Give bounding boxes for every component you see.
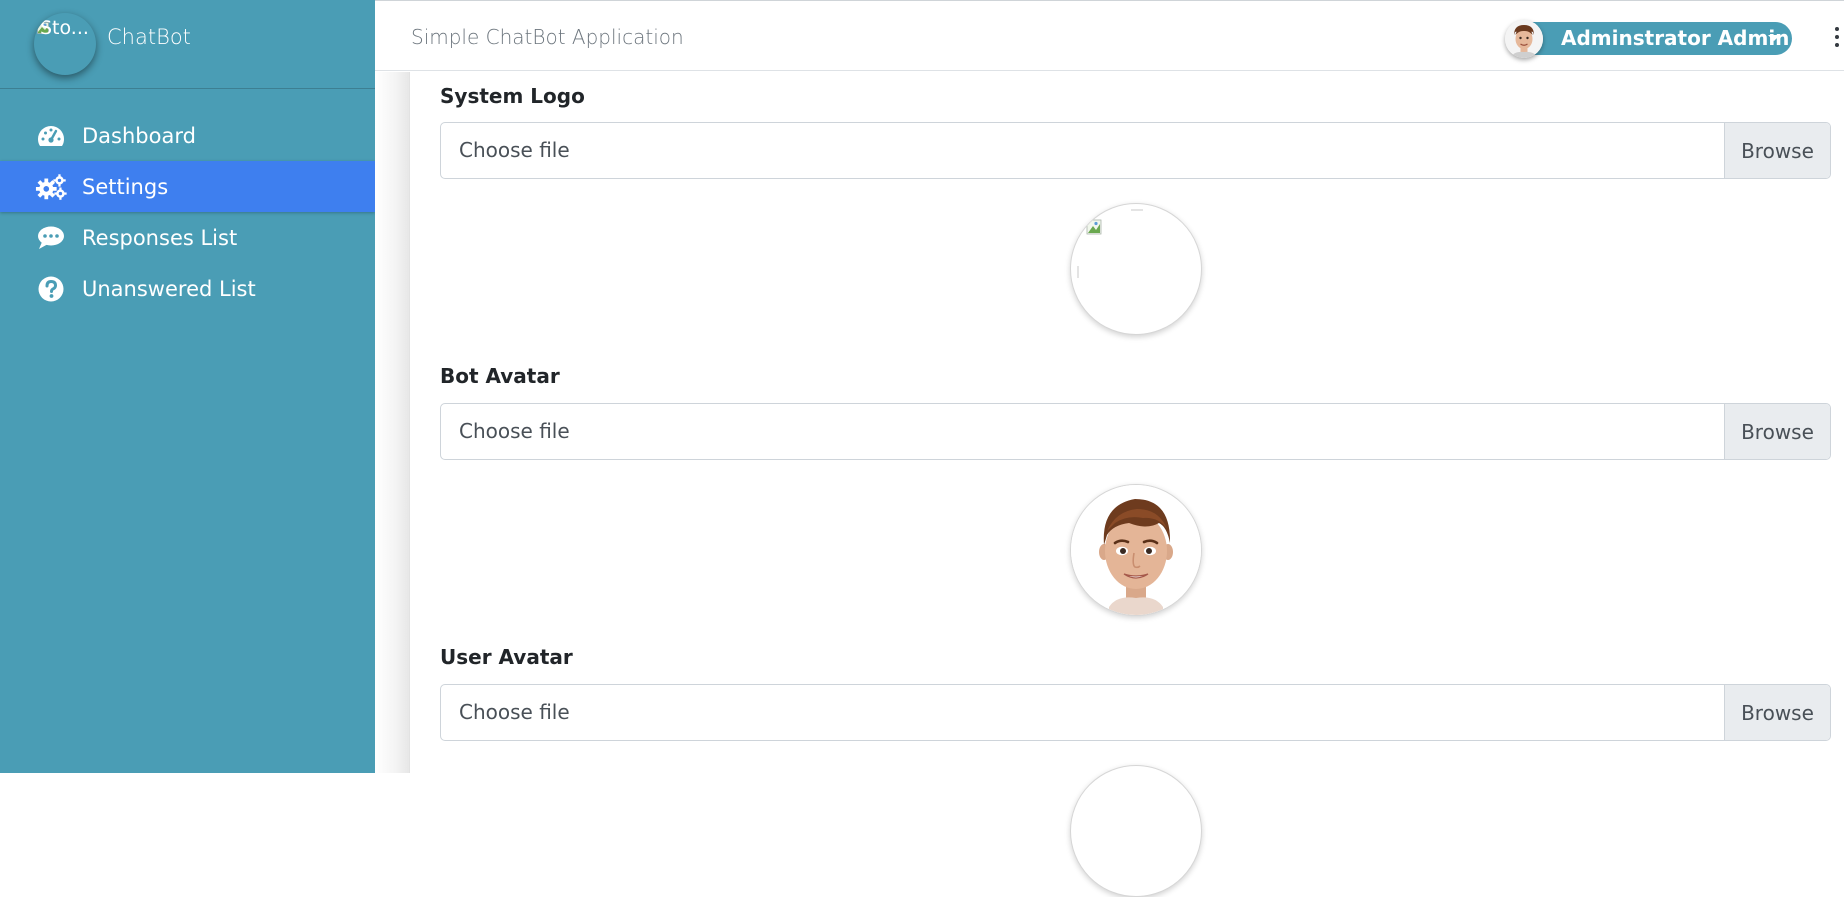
user-avatar — [1505, 20, 1543, 58]
brand-link[interactable]: Sto... ChatBot — [0, 0, 375, 89]
sidebar-nav: Dashboard Settings Responses List Unansw… — [0, 89, 375, 314]
system-logo-preview — [1070, 203, 1202, 335]
content-left-gutter — [375, 72, 410, 773]
more-options-icon[interactable] — [1835, 27, 1841, 49]
user-avatar-preview — [1070, 765, 1202, 897]
page-title: Simple ChatBot Application — [411, 25, 684, 49]
file-input-placeholder: Choose file — [459, 419, 570, 443]
bot-avatar-file-input[interactable]: Choose file Browse — [440, 403, 1831, 460]
user-menu-button[interactable]: Adminstrator Admin — [1505, 20, 1792, 58]
sidebar-item-unanswered-list[interactable]: Unanswered List — [0, 263, 375, 314]
system-logo-file-input[interactable]: Choose file Browse — [440, 122, 1831, 179]
sidebar-item-settings[interactable]: Settings — [0, 161, 375, 212]
sidebar-item-label: Unanswered List — [82, 276, 256, 301]
system-logo-label: System Logo — [440, 84, 585, 108]
bot-avatar-preview — [1070, 484, 1202, 616]
gears-icon — [35, 173, 67, 201]
browse-button[interactable]: Browse — [1724, 404, 1830, 459]
brand-name: ChatBot — [107, 25, 191, 49]
bot-avatar-image — [1071, 485, 1201, 615]
brand-logo: Sto... — [34, 13, 96, 75]
sidebar-item-responses-list[interactable]: Responses List — [0, 212, 375, 263]
question-circle-icon — [35, 275, 67, 303]
comment-icon — [35, 224, 67, 252]
tachometer-icon — [35, 122, 67, 150]
file-input-placeholder: Choose file — [459, 700, 570, 724]
top-navbar: Simple ChatBot Application Adminstrator … — [375, 0, 1844, 71]
bot-avatar-label: Bot Avatar — [440, 364, 560, 388]
sidebar: Sto... ChatBot Dashboard Settings Respon… — [0, 0, 375, 773]
user-name: Adminstrator Admin — [1561, 26, 1790, 50]
user-avatar-file-input[interactable]: Choose file Browse — [440, 684, 1831, 741]
broken-image-icon — [1077, 209, 1143, 278]
browse-button[interactable]: Browse — [1724, 123, 1830, 178]
browse-button[interactable]: Browse — [1724, 685, 1830, 740]
sidebar-item-label: Dashboard — [82, 123, 196, 148]
file-input-placeholder: Choose file — [459, 138, 570, 162]
user-avatar-label: User Avatar — [440, 645, 573, 669]
sidebar-item-label: Settings — [82, 174, 169, 199]
chevron-down-icon — [1768, 35, 1780, 41]
sidebar-item-dashboard[interactable]: Dashboard — [0, 110, 375, 161]
brand-logo-alt-text: Sto... — [40, 17, 89, 39]
sidebar-item-label: Responses List — [82, 225, 238, 250]
